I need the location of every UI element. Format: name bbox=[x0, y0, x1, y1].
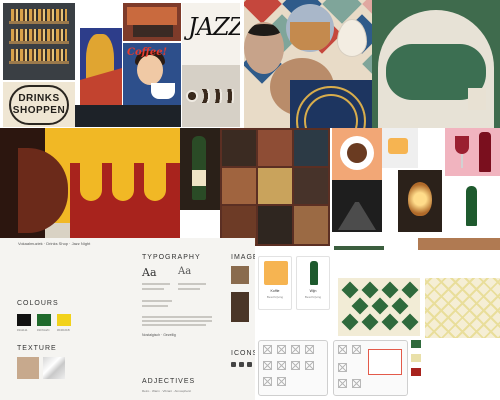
green-sofa-photo bbox=[372, 0, 500, 128]
adjectives-list: Retro · Warm · Vibrant · Atmospheric bbox=[142, 389, 192, 393]
product-card-wine: Wijn Beschrijving bbox=[296, 256, 330, 310]
street-circle-photo bbox=[286, 4, 334, 52]
bar-interiors-collage bbox=[220, 128, 330, 246]
placeholder-image bbox=[338, 363, 347, 372]
coffee-icon-tile bbox=[382, 128, 418, 168]
moodboard-canvas: Coffee! JAZZ DRINKS SHOPPEN Vokaalmuziek… bbox=[0, 0, 500, 400]
jazz-text: JAZZ bbox=[188, 13, 240, 41]
jazz-lettering: JAZZ bbox=[182, 3, 240, 65]
placeholder-image bbox=[352, 379, 361, 388]
type-spec-line bbox=[142, 288, 164, 290]
green-bottle-illustration bbox=[442, 176, 500, 232]
placeholder-image bbox=[291, 345, 300, 354]
green-tile-pattern bbox=[338, 278, 420, 336]
cup-icon bbox=[231, 362, 236, 367]
placeholder-image bbox=[305, 345, 314, 354]
swatch-label: #1F6A2C bbox=[37, 328, 50, 332]
adjectives-heading: ADJECTIVES bbox=[142, 378, 196, 385]
bar-shelves-photo bbox=[3, 3, 75, 80]
texture-swatch-marble bbox=[43, 357, 65, 379]
glass-icon bbox=[239, 362, 244, 367]
colour-swatch-green bbox=[37, 314, 51, 326]
coffee-cup-topview bbox=[332, 128, 382, 180]
mini-swatch-red bbox=[411, 368, 421, 376]
type-spec-line bbox=[178, 288, 200, 290]
typography-heading: TYPOGRAPHY bbox=[142, 254, 201, 261]
card-title: Wijn bbox=[309, 289, 317, 293]
placeholder-image bbox=[277, 345, 286, 354]
saxophone-illustration bbox=[80, 28, 122, 108]
pendant-lamp-illustration bbox=[332, 8, 372, 72]
placeholder-image bbox=[263, 345, 272, 354]
type-sample-secondary: Aa bbox=[178, 266, 192, 277]
highlight-panel bbox=[368, 349, 402, 375]
colours-heading: COLOURS bbox=[17, 300, 59, 307]
drinks-logo-line1: DRINKS bbox=[18, 93, 60, 104]
body-text-line bbox=[142, 324, 206, 326]
mini-swatch-cream bbox=[411, 354, 421, 362]
type-spec-line bbox=[142, 305, 168, 307]
coffee-poster-text: Coffee! bbox=[127, 47, 168, 58]
placeholder-image bbox=[338, 345, 347, 354]
yellow-tile-pattern bbox=[425, 278, 500, 338]
wine-bottle-photo bbox=[180, 128, 220, 210]
coffee-card-image bbox=[264, 261, 288, 285]
card-subtitle: Beschrijving bbox=[266, 295, 284, 299]
cafe-interior-photo bbox=[123, 3, 181, 41]
mini-swatch-green bbox=[411, 340, 421, 348]
placeholder-image bbox=[263, 377, 272, 386]
colour-swatch-black bbox=[17, 314, 31, 326]
placeholder-image bbox=[338, 379, 347, 388]
placeholder-image bbox=[263, 361, 272, 370]
image-thumbnail bbox=[231, 266, 249, 284]
abstract-shapes-art bbox=[0, 128, 180, 248]
placeholder-image bbox=[291, 361, 300, 370]
placeholder-image bbox=[277, 361, 286, 370]
bottle-icon bbox=[310, 261, 318, 285]
body-text-sample: Nostalgisch · Gezellig bbox=[142, 333, 176, 337]
texture-swatch-wood bbox=[17, 357, 39, 379]
wireframe-detail bbox=[333, 340, 408, 396]
type-spec-line bbox=[142, 300, 172, 302]
music-icon bbox=[247, 362, 252, 367]
coffee-retro-poster: Coffee! bbox=[123, 43, 181, 105]
edison-bulb-photo bbox=[398, 170, 442, 232]
swatch-label: #111111 bbox=[17, 328, 28, 332]
wine-glass-illustration bbox=[445, 128, 500, 176]
wireframe-grid bbox=[258, 340, 328, 396]
type-spec-line bbox=[178, 283, 206, 285]
collage-caption: Vokaalmuziek · Drinks Shop · Jazz Night bbox=[18, 241, 91, 246]
coffee-cups-photo bbox=[182, 65, 240, 127]
placeholder-image bbox=[352, 345, 361, 354]
card-subtitle: Beschrijving bbox=[304, 295, 322, 299]
drinks-logo-line2: SHOPPEN bbox=[12, 105, 66, 116]
placeholder-image bbox=[277, 377, 286, 386]
spotlight-photo bbox=[332, 180, 382, 232]
type-spec-line bbox=[142, 283, 170, 285]
body-text-line bbox=[142, 320, 212, 322]
image-thumbnail bbox=[231, 292, 249, 322]
dark-strip-photo bbox=[75, 105, 181, 127]
colour-swatch-yellow bbox=[57, 314, 71, 326]
body-text-line bbox=[142, 316, 212, 318]
type-sample-primary: Aa bbox=[142, 266, 157, 279]
placeholder-image bbox=[305, 361, 314, 370]
art-deco-pattern bbox=[290, 80, 372, 128]
drinks-shop-logo: DRINKS SHOPPEN bbox=[3, 82, 75, 127]
texture-heading: TEXTURE bbox=[17, 345, 57, 352]
card-title: Koffie bbox=[270, 289, 280, 293]
swatch-label: #F2D21B bbox=[57, 328, 70, 332]
product-card-coffee: Koffie Beschrijving bbox=[258, 256, 292, 310]
